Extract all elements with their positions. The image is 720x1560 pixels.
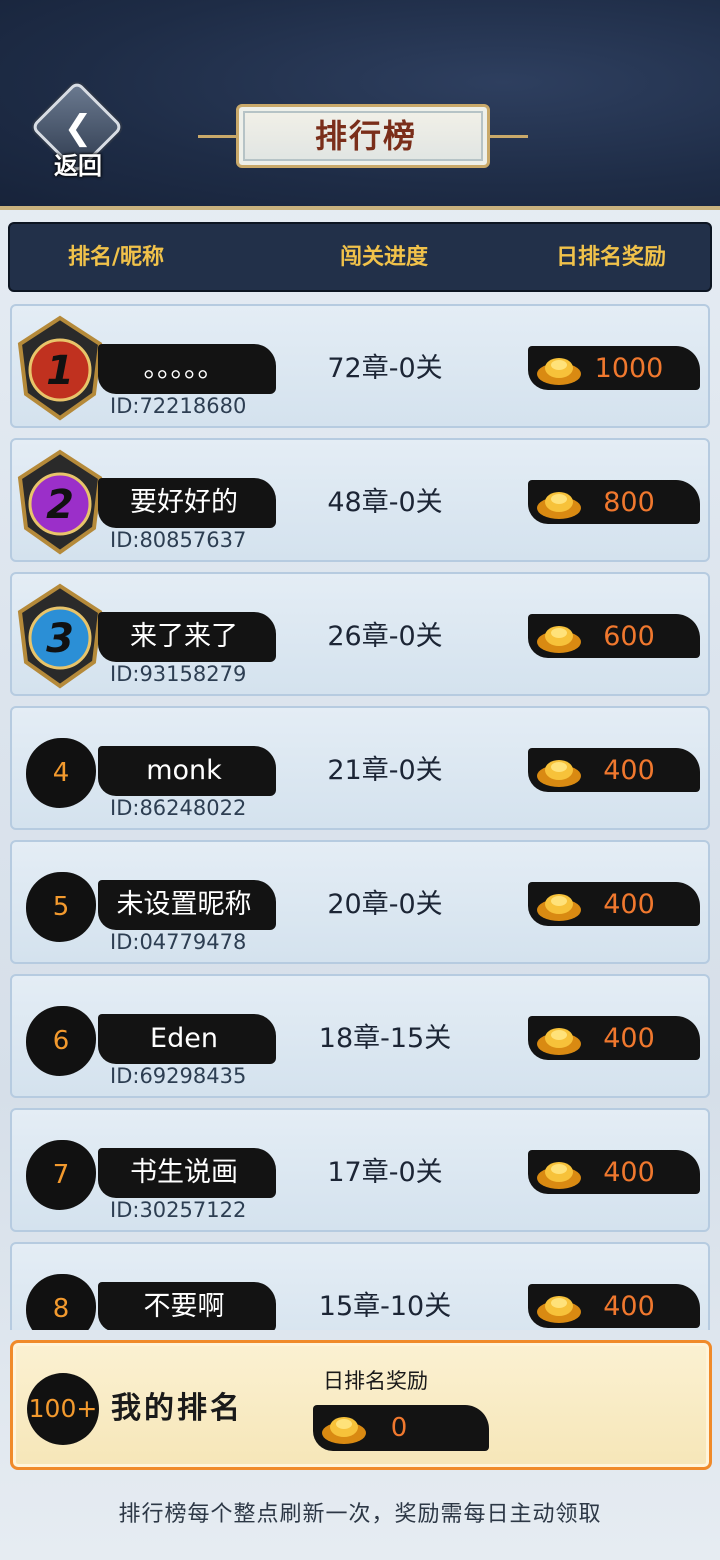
player-id: ID:80857637: [110, 528, 247, 552]
player-nickname: 书生说画: [130, 1157, 238, 1188]
gold-ingot-icon: [537, 1296, 581, 1323]
stage-progress: 17章-0关: [327, 1157, 443, 1188]
column-progress: 闯关进度: [340, 245, 429, 270]
rank-number: 3: [46, 616, 74, 662]
back-button-label: 返回: [54, 151, 102, 180]
gold-ingot-icon: [537, 760, 581, 787]
player-nickname: 不要啊: [143, 1291, 225, 1322]
leaderboard-row[interactable]: 5 未设置昵称 ID:04779478 20章-0关 400: [10, 840, 710, 964]
rank-number: 7: [52, 1160, 70, 1190]
rank-number: 6: [52, 1026, 70, 1056]
gold-ingot-icon: [537, 358, 581, 385]
rank-medal-icon: 1: [17, 315, 103, 421]
column-header: 排名/昵称 闯关进度 日排名奖励: [8, 222, 712, 292]
gold-ingot-icon: [537, 492, 581, 519]
footer-note: 排行榜每个整点刷新一次，奖励需每日主动领取: [118, 1502, 602, 1527]
rank-medal-icon: 2: [17, 449, 103, 555]
rank-medal-icon: 3: [17, 583, 103, 689]
leaderboard-row[interactable]: 3 来了来了 ID:93158279 26章-0关 600: [10, 572, 710, 696]
leaderboard-row[interactable]: 6 Eden ID:69298435 18章-15关 400: [10, 974, 710, 1098]
player-id: ID:69298435: [110, 1064, 247, 1088]
leaderboard-row[interactable]: 7 书生说画 ID:30257122 17章-0关 400: [10, 1108, 710, 1232]
leaderboard-row[interactable]: 1 。。。。。 ID:72218680 72章-0关 1000: [10, 304, 710, 428]
stage-progress: 21章-0关: [327, 755, 443, 786]
gold-ingot-icon: [537, 1028, 581, 1055]
leaderboard-row[interactable]: 2 要好好的 ID:80857637 48章-0关 800: [10, 438, 710, 562]
my-rank-label: 我的排名: [111, 1391, 243, 1426]
stage-progress: 18章-15关: [318, 1023, 452, 1054]
my-rank-number: 100+: [28, 1394, 98, 1423]
player-id: ID:93158279: [110, 662, 247, 686]
reward-value: 400: [603, 889, 655, 920]
column-reward: 日排名奖励: [556, 245, 667, 270]
reward-value: 400: [603, 1157, 655, 1188]
leaderboard-list[interactable]: 1 。。。。。 ID:72218680 72章-0关 1000 2 要好好的 ID:80857…: [10, 304, 710, 1330]
player-nickname: 来了来了: [130, 621, 238, 652]
column-rank-name: 排名/昵称: [68, 245, 165, 270]
reward-value: 1000: [594, 353, 664, 384]
rank-number: 4: [52, 758, 70, 788]
stage-progress: 15章-10关: [318, 1291, 452, 1322]
my-reward-title: 日排名奖励: [323, 1369, 428, 1393]
gold-ingot-icon: [537, 1162, 581, 1189]
player-nickname: 要好好的: [130, 487, 238, 518]
reward-value: 600: [603, 621, 655, 652]
player-id: ID:72218680: [110, 394, 247, 418]
gold-ingot-icon: [322, 1417, 366, 1444]
back-button[interactable]: ❮ 返回: [30, 80, 126, 184]
reward-value: 400: [603, 755, 655, 786]
reward-value: 400: [603, 1291, 655, 1322]
player-id: ID:30257122: [110, 1198, 247, 1222]
title-box: 排行榜: [236, 104, 490, 168]
player-nickname: Eden: [150, 1023, 218, 1054]
player-id: ID:86248022: [110, 796, 247, 820]
rank-number: 1: [46, 348, 74, 394]
page-title: 排行榜: [314, 117, 417, 155]
gold-ingot-icon: [537, 626, 581, 653]
stage-progress: 72章-0关: [327, 353, 443, 384]
reward-value: 800: [603, 487, 655, 518]
player-nickname: 未设置昵称: [116, 889, 252, 920]
reward-value: 400: [603, 1023, 655, 1054]
player-nickname: monk: [146, 755, 222, 786]
leaderboard-row[interactable]: 4 monk ID:86248022 21章-0关 400: [10, 706, 710, 830]
rank-number: 2: [46, 482, 74, 528]
leaderboard-row[interactable]: 8 不要啊 15章-10关 400: [10, 1242, 710, 1330]
stage-progress: 26章-0关: [327, 621, 443, 652]
stage-progress: 48章-0关: [327, 487, 443, 518]
top-header: ❮ 返回 排行榜: [0, 0, 720, 210]
my-reward-value: 0: [390, 1413, 408, 1443]
gold-ingot-icon: [537, 894, 581, 921]
player-nickname: 。。。。。: [143, 353, 225, 384]
my-rank-panel: 100+ 我的排名 日排名奖励 0: [10, 1340, 712, 1470]
player-id: ID:04779478: [110, 930, 247, 954]
stage-progress: 20章-0关: [327, 889, 443, 920]
rank-number: 8: [52, 1294, 70, 1324]
title-plaque: 排行榜: [198, 104, 528, 168]
rank-number: 5: [52, 892, 70, 922]
back-arrow-icon: ❮: [63, 108, 93, 148]
